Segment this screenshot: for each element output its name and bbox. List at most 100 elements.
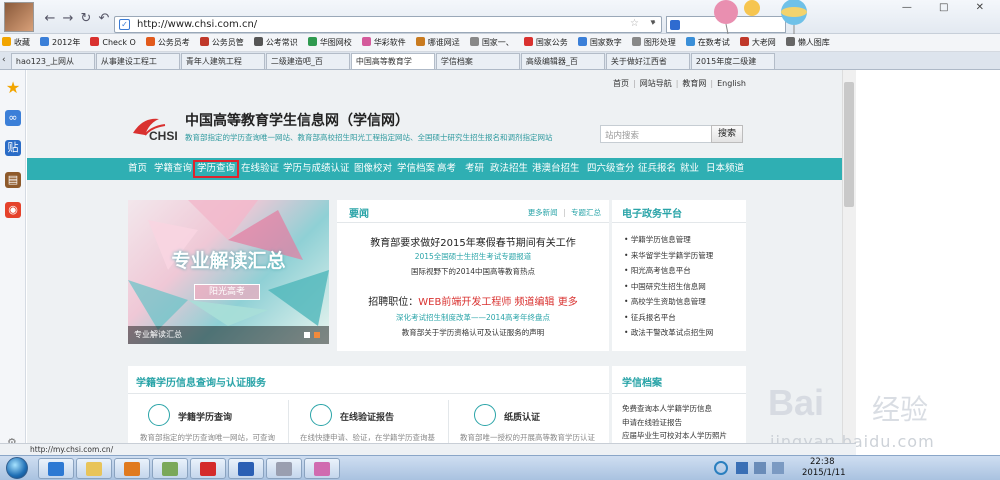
- favorites-star-icon[interactable]: ★: [5, 80, 21, 96]
- favorite-item[interactable]: Check O: [88, 34, 139, 51]
- site-search-input[interactable]: 站内搜索: [600, 125, 712, 143]
- favorite-item[interactable]: 图形处理: [630, 34, 680, 51]
- star-outline-icon[interactable]: ☆: [630, 18, 639, 29]
- top-link[interactable]: 首页: [613, 79, 629, 88]
- favorite-item[interactable]: 懒人图库: [784, 34, 834, 51]
- browser-tab[interactable]: 从事建设工程工: [95, 53, 180, 69]
- search-doc-icon[interactable]: [148, 404, 170, 426]
- browser-tab[interactable]: 2015年度二级建: [690, 53, 775, 69]
- nav-item[interactable]: 高考: [437, 158, 456, 180]
- news-link[interactable]: 2015全国硕士生招生考试专题报道: [337, 251, 609, 262]
- favorite-item[interactable]: 公考常识: [252, 34, 302, 51]
- favorite-item[interactable]: 2012年: [38, 34, 84, 51]
- nav-item[interactable]: 征兵报名: [638, 158, 676, 180]
- banner-subtitle-button[interactable]: 阳光高考: [194, 284, 260, 300]
- refresh-icon[interactable]: ↻: [78, 11, 94, 27]
- taskbar-media[interactable]: [114, 458, 150, 479]
- network-icon[interactable]: [754, 462, 766, 474]
- nav-item[interactable]: 政法招生: [490, 158, 528, 180]
- egov-link[interactable]: • 来华留学生学籍学历管理: [624, 248, 713, 264]
- top-link[interactable]: 教育网: [682, 79, 706, 88]
- favorite-item[interactable]: 华彩软件: [360, 34, 410, 51]
- clock-time[interactable]: 22:38: [810, 457, 835, 467]
- top-link[interactable]: English: [717, 79, 746, 88]
- clock-date[interactable]: 2015/1/11: [802, 468, 846, 478]
- archive-link[interactable]: 应届毕业生可校对本人学历照片: [622, 429, 727, 443]
- window-controls[interactable]: — □ ✕: [902, 2, 996, 13]
- tray-icon[interactable]: [714, 461, 728, 475]
- favorite-item[interactable]: 公务员管: [198, 34, 248, 51]
- browser-tab[interactable]: 青年人建筑工程: [180, 53, 265, 69]
- service-title[interactable]: 在线验证报告: [340, 410, 394, 423]
- browser-tab[interactable]: 关于做好江西省: [605, 53, 690, 69]
- banner-carousel[interactable]: 专业解读汇总 阳光高考 专业解读汇总: [128, 200, 329, 344]
- job-link[interactable]: WEB前端开发工程师: [418, 297, 511, 308]
- carousel-dot-active[interactable]: [314, 332, 320, 338]
- special-topics-link[interactable]: 专题汇总: [571, 208, 601, 217]
- archive-link[interactable]: 申请在线验证报告: [622, 416, 727, 430]
- tab-scroll-left-icon[interactable]: ‹: [0, 52, 8, 69]
- forward-arrow-icon[interactable]: →: [60, 11, 76, 27]
- address-bar[interactable]: ✓ http://www.chsi.com.cn/ ☆ ▾: [114, 16, 662, 33]
- egov-link[interactable]: • 征兵报名平台: [624, 310, 713, 326]
- scrollbar-thumb[interactable]: [844, 82, 854, 207]
- favorite-item[interactable]: 公务员考: [144, 34, 194, 51]
- news-headline[interactable]: 教育部要求做好2015年寒假春节期间有关工作: [337, 234, 609, 249]
- back-arrow-icon[interactable]: ←: [42, 11, 58, 27]
- service-title[interactable]: 纸质认证: [504, 410, 540, 423]
- undo-icon[interactable]: ↶: [96, 11, 112, 27]
- favorite-item[interactable]: 国家公务: [522, 34, 572, 51]
- favorite-item[interactable]: 国家数字: [576, 34, 626, 51]
- taskbar-photo[interactable]: [152, 458, 188, 479]
- egov-link[interactable]: • 学籍学历信息管理: [624, 232, 713, 248]
- nav-item[interactable]: 港澳台招生: [532, 158, 580, 180]
- favorite-item[interactable]: 国家一、: [468, 34, 518, 51]
- news-link[interactable]: 国际视野下的2014中国高等教育热点: [337, 266, 609, 277]
- favorite-item[interactable]: 收藏: [0, 34, 34, 51]
- egov-link[interactable]: • 政法干警改革试点招生网: [624, 325, 713, 341]
- cloud-sync-icon[interactable]: ∞: [5, 110, 21, 126]
- nav-item[interactable]: 日本频道: [706, 158, 744, 180]
- taskbar-explorer[interactable]: [76, 458, 112, 479]
- browser-tab[interactable]: hao123_上网从: [10, 53, 95, 69]
- news-link[interactable]: 深化考试招生制度改革——2014高考年终盘点: [337, 312, 609, 323]
- carousel-dot[interactable]: [304, 332, 310, 338]
- nav-item[interactable]: 学信档案: [397, 158, 435, 180]
- url-text[interactable]: http://www.chsi.com.cn/: [137, 19, 257, 30]
- go-arrow-icon[interactable]: ›: [652, 17, 656, 28]
- taskbar-ie[interactable]: [38, 458, 74, 479]
- site-search-button[interactable]: 搜索: [711, 125, 743, 143]
- taskbar-word[interactable]: [228, 458, 264, 479]
- weibo-icon[interactable]: ◉: [5, 202, 21, 218]
- favorite-item[interactable]: 大老网: [738, 34, 780, 51]
- tray-icon[interactable]: [736, 462, 748, 474]
- nav-item[interactable]: 首页: [128, 158, 147, 180]
- volume-icon[interactable]: [772, 462, 784, 474]
- nav-item[interactable]: 在线验证: [241, 158, 279, 180]
- favorite-item[interactable]: 哪谁网迳: [414, 34, 464, 51]
- nav-item[interactable]: 考研: [465, 158, 484, 180]
- egov-link[interactable]: • 中国研究生招生信息网: [624, 279, 713, 295]
- nav-item[interactable]: 学籍查询: [154, 158, 192, 180]
- egov-link[interactable]: • 阳光高考信息平台: [624, 263, 713, 279]
- notebook-icon[interactable]: ▤: [5, 172, 21, 188]
- browser-tab[interactable]: 学信档案: [435, 53, 520, 69]
- nav-item[interactable]: 就业: [680, 158, 699, 180]
- taskbar-pdf[interactable]: [190, 458, 226, 479]
- taskbar-tool[interactable]: [266, 458, 302, 479]
- user-avatar[interactable]: [4, 2, 34, 32]
- favorite-item[interactable]: 华图网校: [306, 34, 356, 51]
- archive-link[interactable]: 免费查询本人学籍学历信息: [622, 402, 727, 416]
- start-button-icon[interactable]: [6, 457, 28, 479]
- verify-report-icon[interactable]: [310, 404, 332, 426]
- browser-tab[interactable]: 中国高等教育学: [350, 53, 435, 69]
- tieba-icon[interactable]: 贴: [5, 140, 21, 156]
- certificate-icon[interactable]: [474, 404, 496, 426]
- service-title[interactable]: 学籍学历查询: [178, 410, 232, 423]
- more-jobs-link[interactable]: 更多: [558, 297, 578, 308]
- favorite-item[interactable]: 在数考试: [684, 34, 734, 51]
- browser-tab[interactable]: 高级编辑器_百: [520, 53, 605, 69]
- top-link[interactable]: 网站导航: [640, 79, 672, 88]
- egov-link[interactable]: • 高校学生资助信息管理: [624, 294, 713, 310]
- more-news-link[interactable]: 更多新闻: [528, 208, 558, 217]
